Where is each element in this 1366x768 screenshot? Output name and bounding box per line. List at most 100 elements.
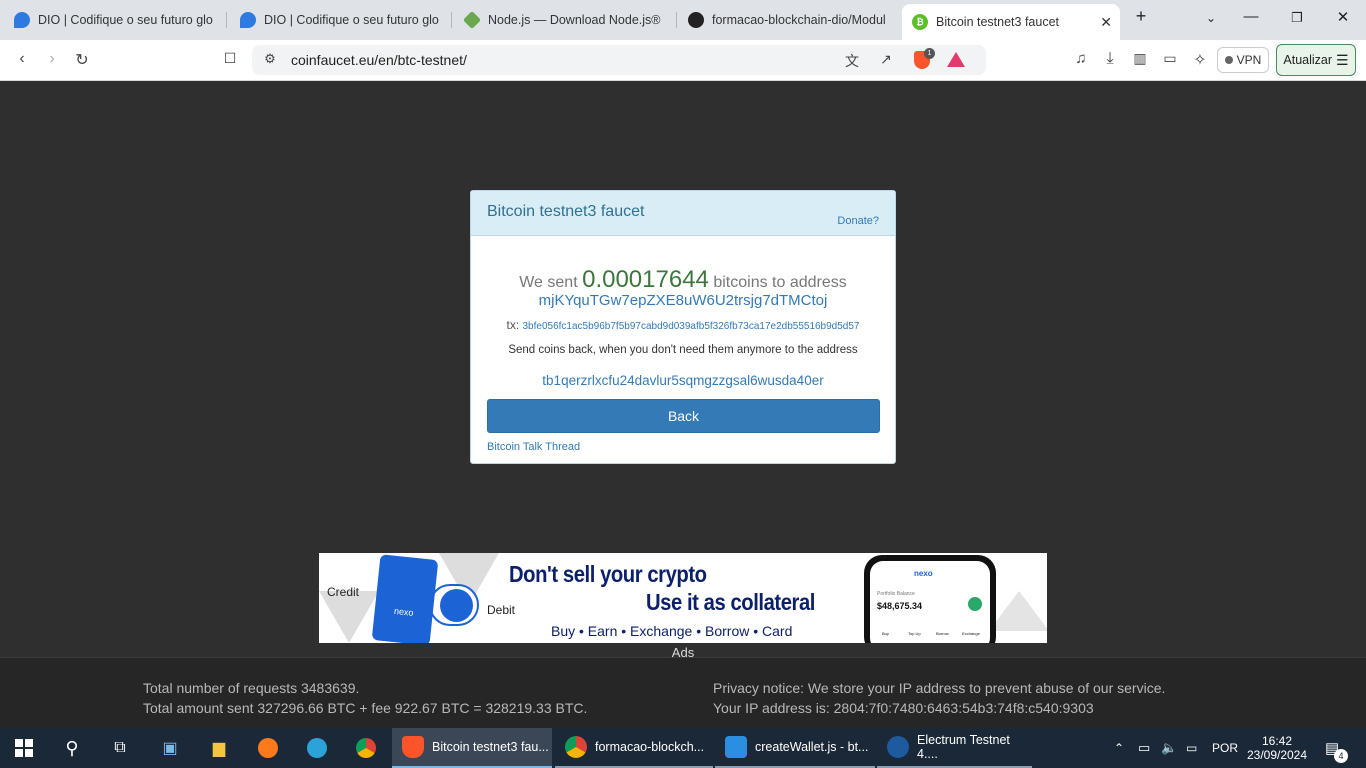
panel-title: Bitcoin testnet3 faucet [487, 203, 645, 220]
firefox-icon[interactable] [256, 736, 280, 760]
taskbar-app-brave[interactable]: Bitcoin testnet3 fau... [392, 728, 552, 768]
tab-bitcoin-faucet[interactable]: ₿ Bitcoin testnet3 faucet ✕ [902, 4, 1120, 40]
clock-time: 16:42 [1261, 734, 1293, 748]
ip-address: Your IP address is: 2804:7f0:7480:6463:5… [713, 700, 1094, 716]
leo-ai-icon[interactable]: ✧ [1190, 50, 1210, 70]
menu-icon: ☰ [1336, 51, 1349, 68]
return-address[interactable]: tb1qerzrlxcfu24davlur5sqmgzzgsal6wusda40… [471, 373, 895, 388]
widgets-icon[interactable]: ▣ [158, 736, 182, 760]
tx-hash-link[interactable]: 3bfe056fc1ac5b96b7f5b97cabd9d039afb5f326… [523, 321, 860, 332]
language-indicator[interactable]: POR [1212, 728, 1238, 768]
vscode-icon [725, 736, 747, 758]
destination-address[interactable]: mjKYquTGw7epZXE8uW6U2trsjg7dTMCtoj [471, 292, 895, 309]
tab-separator [676, 12, 677, 28]
ad-headline-2: Use it as collateral [646, 589, 815, 615]
media-icon[interactable]: ♫ [1071, 50, 1091, 67]
tab-nodejs[interactable]: Node.js — Download Node.js® [464, 6, 663, 34]
send-back-text: Send coins back, when you don't need the… [508, 344, 858, 356]
shields-count-badge: 1 [924, 48, 935, 59]
chrome-icon[interactable] [354, 736, 378, 760]
total-requests: Total number of requests 3483639. [143, 680, 360, 696]
browser-toolbar: ‹ › ↻ ☐ ⚙ coinfaucet.eu/en/btc-testnet/ … [0, 40, 1366, 81]
wallet-icon[interactable]: ▭ [1160, 50, 1180, 67]
tab-dio-2[interactable]: DIO | Codifique o seu futuro glob [240, 6, 439, 34]
minimize-icon[interactable]: — [1239, 8, 1263, 25]
windows-start-icon[interactable] [12, 736, 36, 760]
bitcoin-icon: ₿ [912, 14, 928, 30]
clock-date: 23/09/2024 [1246, 748, 1308, 762]
dio-icon [14, 12, 30, 28]
taskbar-app-label: Electrum Testnet 4.... [917, 733, 1010, 761]
ad-debit-label: Debit [487, 603, 516, 617]
panel-header: Bitcoin testnet3 faucet Donate? [471, 191, 895, 236]
electrum-icon [887, 736, 909, 758]
ad-phone-action: Borrow [936, 631, 949, 636]
taskbar-app-vscode[interactable]: createWallet.js - bt... [715, 728, 875, 768]
network-icon[interactable]: ▭ [1138, 728, 1150, 768]
tab-title: DIO | Codifique o seu futuro glob [38, 13, 213, 27]
translate-icon[interactable]: 文 [842, 51, 862, 71]
edge-icon[interactable] [305, 736, 329, 760]
ad-banner[interactable]: Credit nexo Debit Don't sell your crypto… [319, 553, 1047, 643]
task-view-icon[interactable]: ⧉ [108, 736, 132, 760]
tab-title: formacao-blockchain-dio/Modul [712, 13, 886, 27]
page-content: Bitcoin testnet3 faucet Donate? We sent … [0, 81, 1366, 728]
ad-subline: Buy • Earn • Exchange • Borrow • Card [551, 623, 793, 639]
ad-toggle-graphic [429, 584, 479, 626]
tab-bar: DIO | Codifique o seu futuro glob DIO | … [0, 0, 1366, 40]
faucet-panel: Bitcoin testnet3 faucet Donate? We sent … [470, 190, 896, 464]
taskbar-app-chrome[interactable]: formacao-blockch... [555, 728, 713, 768]
site-settings-icon[interactable]: ⚙ [260, 51, 280, 67]
file-explorer-icon[interactable]: ▆ [207, 736, 231, 760]
forward-arrow-icon[interactable]: › [42, 50, 62, 68]
clock[interactable]: 16:42 23/09/2024 [1246, 728, 1308, 768]
tab-title: Bitcoin testnet3 faucet [936, 15, 1059, 29]
ad-decor-triangle [989, 591, 1047, 631]
tab-search-chevron-icon[interactable]: ⌄ [1199, 11, 1223, 25]
sidebar-icon[interactable]: ▥ [1130, 50, 1150, 67]
address-bar[interactable]: ⚙ coinfaucet.eu/en/btc-testnet/ 文 ↗ 1 [252, 45, 986, 75]
tx-line: tx: 3bfe056fc1ac5b96b7f5b97cabd9d039afb5… [471, 318, 895, 332]
ad-phone-action: Buy [882, 631, 889, 636]
taskbar-app-electrum[interactable]: Electrum Testnet 4.... [877, 728, 1032, 768]
new-tab-icon[interactable]: + [1129, 6, 1153, 27]
search-icon[interactable]: ⚲ [60, 736, 84, 760]
brave-rewards-icon[interactable] [947, 52, 965, 67]
ad-phone-brand: nexo [914, 569, 933, 578]
tab-github[interactable]: formacao-blockchain-dio/Modul [688, 6, 887, 34]
dio-icon [240, 12, 256, 28]
sent-prefix: We sent [519, 274, 578, 291]
battery-icon[interactable]: ▭ [1186, 728, 1197, 768]
back-button[interactable]: Back [487, 399, 880, 433]
close-window-icon[interactable]: ✕ [1331, 8, 1355, 26]
ad-headline-1: Don't sell your crypto [509, 561, 707, 587]
ad-phone-graphic: nexo Portfolio Balance $48,675.34 Buy To… [864, 555, 996, 643]
ad-phone-action: Exchange [962, 631, 980, 636]
ad-phone-status-icon [968, 597, 982, 611]
sent-suffix: bitcoins to address [713, 274, 847, 291]
windows-taskbar: ⚲ ⧉ ▣ ▆ Bitcoin testnet3 fau... formacao… [0, 728, 1366, 768]
ad-phone-action: Top Up [908, 631, 921, 636]
close-tab-icon[interactable]: ✕ [1100, 14, 1112, 31]
update-button[interactable]: Atualizar ☰ [1276, 44, 1356, 76]
download-icon[interactable]: ⤓ [1100, 50, 1120, 68]
tab-dio-1[interactable]: DIO | Codifique o seu futuro glob [14, 6, 213, 34]
back-arrow-icon[interactable]: ‹ [12, 50, 32, 68]
tab-separator [451, 12, 452, 28]
volume-icon[interactable]: 🔈 [1161, 728, 1177, 768]
share-icon[interactable]: ↗ [876, 51, 896, 68]
vpn-button[interactable]: VPN [1217, 47, 1269, 73]
bitcoin-talk-thread-link[interactable]: Bitcoin Talk Thread [487, 441, 580, 453]
donate-link[interactable]: Donate? [837, 215, 879, 227]
tray-chevron-icon[interactable]: ⌃ [1114, 728, 1124, 768]
reload-icon[interactable]: ↻ [72, 50, 92, 70]
vpn-status-icon [1224, 56, 1233, 64]
chrome-icon [565, 736, 587, 758]
sent-message: We sent 0.00017644 bitcoins to address [471, 266, 895, 294]
restore-icon[interactable]: ❐ [1285, 10, 1309, 26]
ad-phone-balance: $48,675.34 [877, 601, 923, 611]
bookmark-icon[interactable]: ☐ [220, 50, 240, 67]
page-footer: Total number of requests 3483639. Total … [0, 657, 1366, 728]
tab-separator [226, 12, 227, 28]
url-text[interactable]: coinfaucet.eu/en/btc-testnet/ [291, 52, 467, 68]
